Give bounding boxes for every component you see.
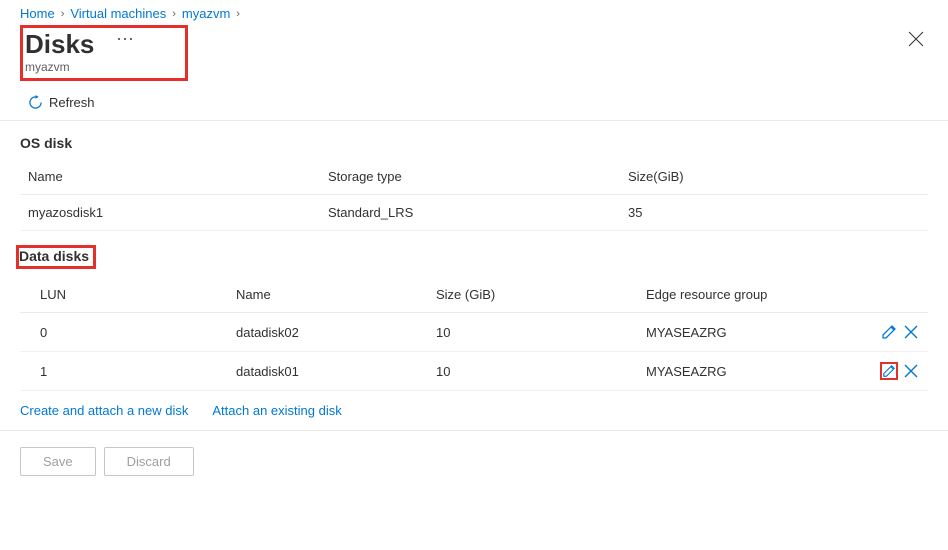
data-disks-table: LUN Name Size (GiB) Edge resource group … [20, 277, 928, 391]
cell-size: 10 [428, 352, 638, 391]
col-name: Name [20, 159, 320, 195]
cell-storage: Standard_LRS [320, 195, 620, 231]
breadcrumb: Home › Virtual machines › myazvm › [0, 0, 948, 25]
page-title: Disks [25, 29, 94, 59]
cell-name: myazosdisk1 [20, 195, 320, 231]
os-disk-label: OS disk [20, 135, 72, 151]
cell-lun: 0 [20, 313, 228, 352]
footer-buttons: Save Discard [0, 431, 948, 492]
more-menu[interactable]: ⋯ [116, 29, 135, 49]
close-icon [903, 324, 919, 340]
cell-group: MYASEAZRG [638, 352, 848, 391]
breadcrumb-vm[interactable]: myazvm [182, 6, 230, 21]
close-icon [908, 31, 924, 47]
col-name: Name [228, 277, 428, 313]
page-header: Disks ⋯ myazvm [0, 25, 948, 89]
edit-button-highlighted[interactable] [880, 362, 898, 380]
close-icon [903, 363, 919, 379]
os-disk-table: Name Storage type Size(GiB) myazosdisk1 … [20, 159, 928, 231]
delete-button[interactable] [902, 323, 920, 341]
col-group: Edge resource group [638, 277, 848, 313]
title-highlight-box: Disks ⋯ myazvm [20, 25, 188, 81]
chevron-right-icon: › [236, 8, 240, 20]
row-actions [856, 323, 920, 341]
cell-group: MYASEAZRG [638, 313, 848, 352]
pencil-icon [882, 363, 896, 379]
col-size: Size (GiB) [428, 277, 638, 313]
cell-name: datadisk01 [228, 352, 428, 391]
cell-size: 10 [428, 313, 638, 352]
edit-button[interactable] [880, 323, 898, 341]
table-row: myazosdisk1 Standard_LRS 35 [20, 195, 928, 231]
refresh-icon[interactable] [28, 95, 43, 110]
row-actions [856, 362, 920, 380]
col-storage: Storage type [320, 159, 620, 195]
cell-name: datadisk02 [228, 313, 428, 352]
cell-size: 35 [620, 195, 928, 231]
col-lun: LUN [20, 277, 228, 313]
table-row: 1 datadisk01 10 MYASEAZRG [20, 352, 928, 391]
breadcrumb-home[interactable]: Home [20, 6, 55, 21]
chevron-right-icon: › [61, 8, 65, 20]
data-disks-label: Data disks [16, 245, 96, 269]
breadcrumb-vms[interactable]: Virtual machines [70, 6, 166, 21]
create-disk-link[interactable]: Create and attach a new disk [20, 403, 188, 418]
disk-actions-row: Create and attach a new disk Attach an e… [0, 391, 948, 431]
col-size: Size(GiB) [620, 159, 928, 195]
refresh-button[interactable]: Refresh [49, 95, 95, 110]
delete-button[interactable] [902, 362, 920, 380]
discard-button[interactable]: Discard [104, 447, 194, 476]
os-disk-section: OS disk Name Storage type Size(GiB) myaz… [0, 121, 948, 231]
data-disks-section: Data disks LUN Name Size (GiB) Edge reso… [0, 231, 948, 391]
toolbar: Refresh [0, 89, 948, 121]
pencil-icon [881, 324, 897, 340]
page-subtitle: myazvm [25, 60, 135, 74]
attach-disk-link[interactable]: Attach an existing disk [212, 403, 341, 418]
save-button[interactable]: Save [20, 447, 96, 476]
cell-lun: 1 [20, 352, 228, 391]
close-button[interactable] [908, 31, 924, 52]
table-row: 0 datadisk02 10 MYASEAZRG [20, 313, 928, 352]
chevron-right-icon: › [172, 8, 176, 20]
